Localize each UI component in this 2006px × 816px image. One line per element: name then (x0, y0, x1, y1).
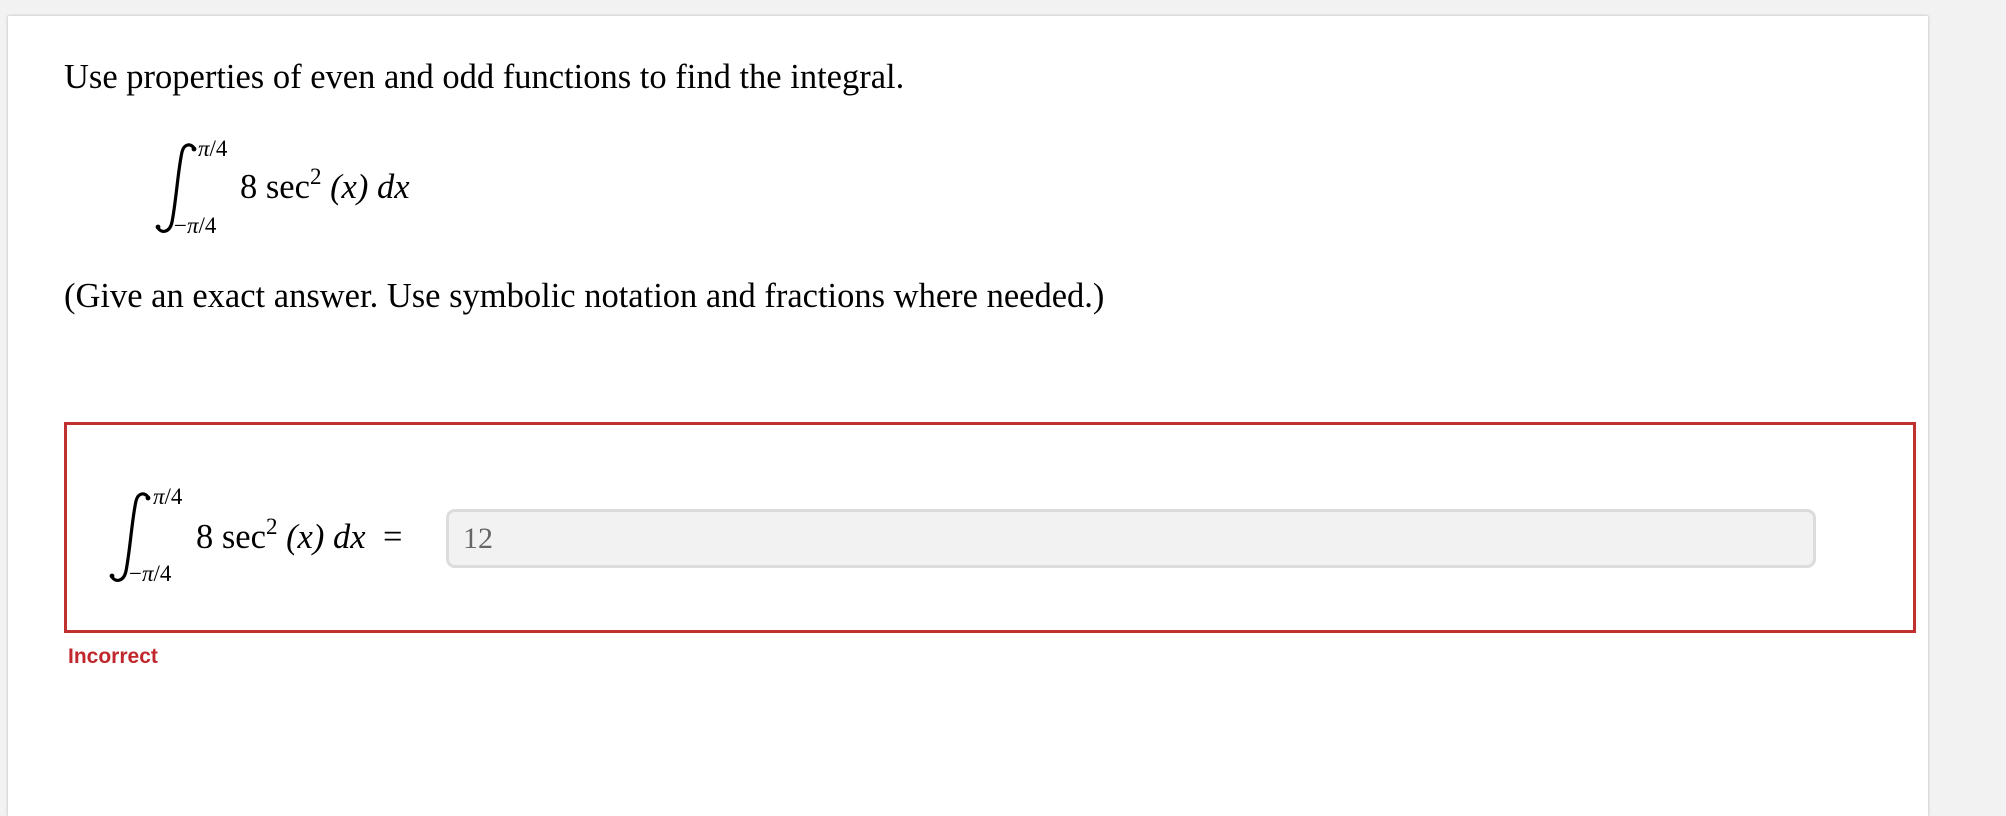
integrand-coefficient: 8 (196, 518, 214, 556)
equals-sign: = (383, 518, 403, 556)
integrand-differential: dx (332, 518, 366, 556)
integral-lower-limit: −π/4 (174, 213, 217, 238)
integrand-differential: dx (376, 168, 410, 206)
integrand-argument: (x) (286, 518, 325, 556)
integral-upper-limit: π/4 (153, 484, 183, 509)
question-card: Use properties of even and odd functions… (8, 16, 1928, 816)
integrand-function: sec (265, 168, 310, 206)
integrand-coefficient: 8 (240, 168, 258, 206)
integrand-exponent: 2 (265, 513, 278, 539)
integrand-function: sec (221, 518, 266, 556)
answer-instructions: (Give an exact answer. Use symbolic nota… (64, 277, 1105, 315)
integral-lower-limit: −π/4 (129, 561, 172, 586)
feedback-status: Incorrect (68, 645, 158, 668)
page-background (1928, 0, 2006, 798)
integrand: 8 sec2 (x) dx (240, 163, 410, 207)
answer-input[interactable] (446, 509, 1816, 568)
integrand-exponent: 2 (309, 163, 322, 189)
integral-upper-limit: π/4 (198, 136, 228, 161)
integrand: 8 sec2 (x) dx (196, 513, 366, 557)
integrand-argument: (x) (330, 168, 369, 206)
question-prompt: Use properties of even and odd functions… (64, 58, 905, 96)
answer-box: π/4 −π/4 8 sec2 (x) dx = (64, 422, 1916, 633)
